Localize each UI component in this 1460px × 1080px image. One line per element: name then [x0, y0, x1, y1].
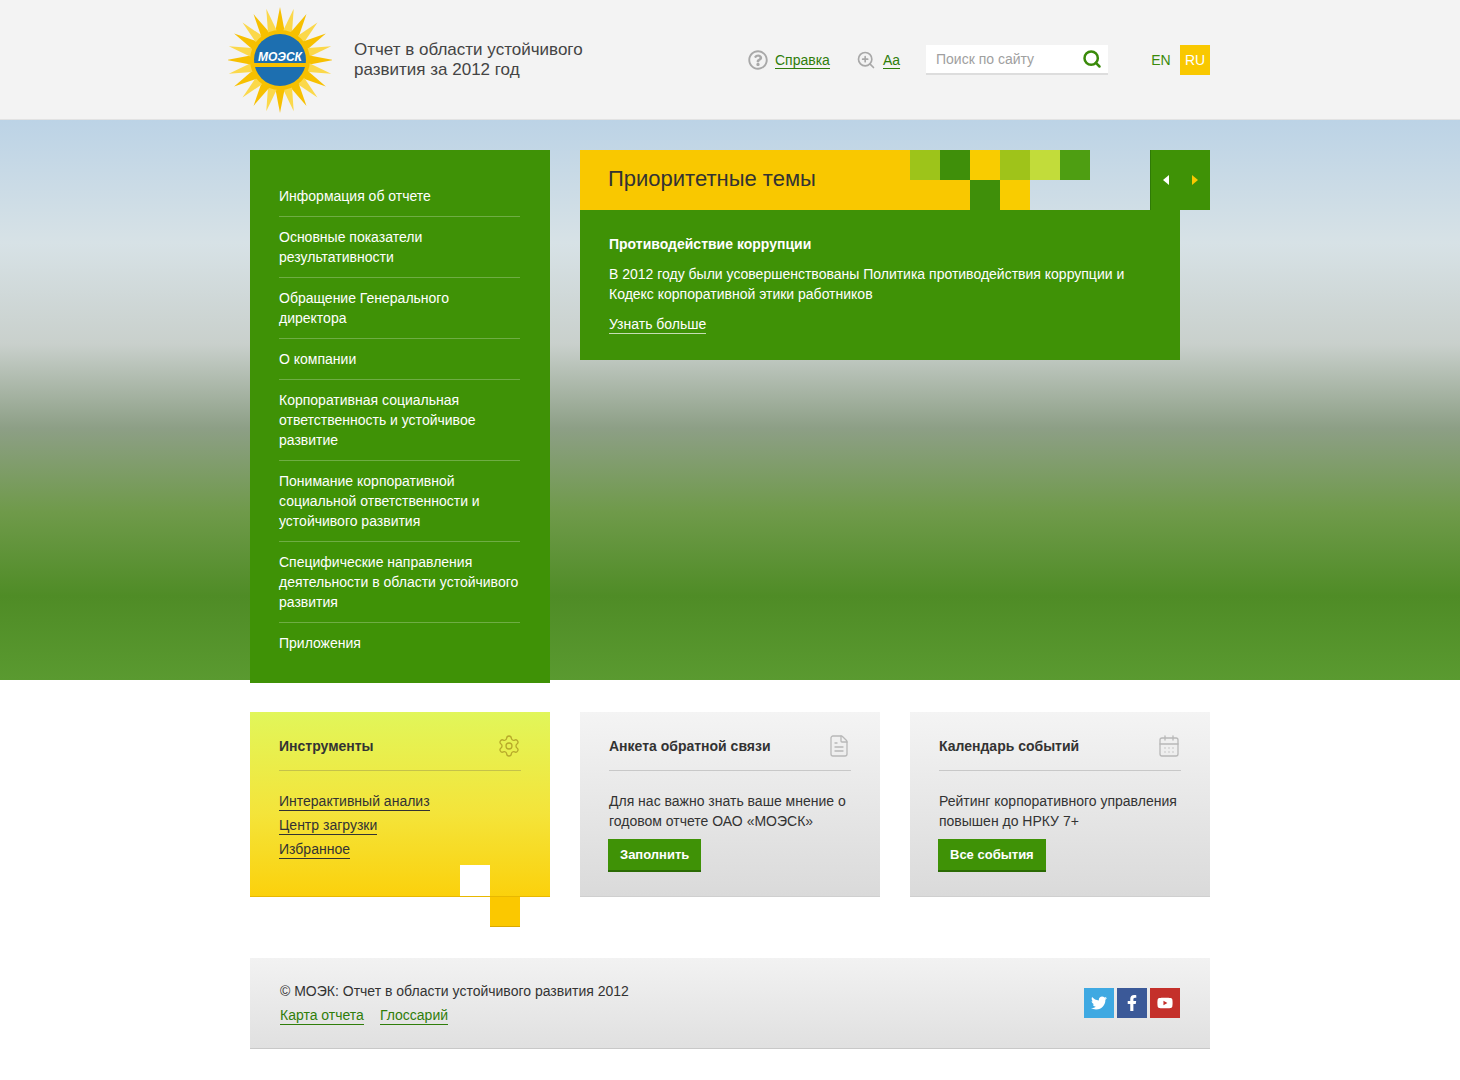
tab-decoration — [490, 897, 520, 927]
search-input[interactable] — [926, 51, 1076, 67]
calendar-icon — [1157, 734, 1181, 758]
tool-link[interactable]: Избранное — [279, 841, 350, 859]
menu-item[interactable]: Приложения — [279, 623, 520, 663]
menu-item[interactable]: Основные показатели результативности — [279, 217, 520, 278]
menu-item[interactable]: Информация об отчете — [279, 176, 520, 217]
facebook-button[interactable] — [1117, 988, 1147, 1018]
site-title: Отчет в области устойчивого развития за … — [354, 40, 624, 80]
pixel-decoration — [910, 150, 1150, 210]
menu-item[interactable]: О компании — [279, 339, 520, 380]
zoom-icon — [856, 50, 876, 70]
language-option[interactable]: RU — [1180, 45, 1210, 75]
priority-title: Приоритетные темы — [580, 150, 910, 210]
next-arrow-icon[interactable] — [1186, 169, 1204, 191]
card-title: Инструменты — [279, 738, 374, 754]
priority-item-text: В 2012 году были усовершенствованы Полит… — [609, 264, 1151, 304]
youtube-icon — [1157, 995, 1173, 1011]
header: МОЭСК Отчет в области устойчивого развити… — [0, 0, 1460, 120]
hero-photo: Информация об отчетеОсновные показатели … — [0, 120, 1460, 680]
feedback-card: Анкета обратной связи Для нас важно знать… — [580, 712, 880, 897]
main-menu: Информация об отчетеОсновные показатели … — [250, 150, 550, 683]
help-link[interactable]: Справка — [748, 50, 830, 70]
priority-item: Противодействие коррупции В 2012 году был… — [580, 210, 1180, 360]
twitter-button[interactable] — [1084, 988, 1114, 1018]
menu-item[interactable]: Специфические направления деятельности в… — [279, 542, 520, 623]
facebook-icon — [1124, 995, 1140, 1011]
search-button[interactable] — [1076, 49, 1108, 69]
events-card: Календарь событий Рейтинг корпоративного … — [910, 712, 1210, 897]
footer: © МОЭК: Отчет в области устойчивого разв… — [250, 958, 1210, 1049]
menu-item[interactable]: Понимание корпоративной социальной ответ… — [279, 461, 520, 542]
search-box — [926, 45, 1108, 75]
card-button[interactable]: Заполнить — [608, 839, 701, 872]
card-button[interactable]: Все события — [938, 839, 1046, 872]
document-icon — [827, 734, 851, 758]
language-option[interactable]: EN — [1146, 45, 1176, 75]
search-icon — [1082, 49, 1102, 69]
help-icon — [748, 50, 768, 70]
gear-icon — [497, 734, 521, 758]
page: МОЭСК Отчет в области устойчивого развити… — [0, 0, 1460, 1080]
tool-link[interactable]: Интерактивный анализ — [279, 793, 430, 811]
font-size-link[interactable]: Aa — [856, 50, 900, 70]
card-text: Для нас важно знать ваше мнение о годово… — [609, 791, 851, 831]
tool-link[interactable]: Центр загрузки — [279, 817, 377, 835]
more-link[interactable]: Узнать больше — [609, 316, 706, 334]
menu-item[interactable]: Корпоративная социальная ответственность… — [279, 380, 520, 461]
twitter-icon — [1091, 995, 1107, 1011]
company-logo[interactable]: МОЭСК — [228, 3, 332, 117]
tools-card: Инструменты Интерактивный анализ Центр заг… — [250, 712, 550, 897]
priority-item-title: Противодействие коррупции — [609, 234, 1151, 254]
footer-link[interactable]: Карта отчета — [280, 1007, 364, 1025]
prev-arrow-icon[interactable] — [1157, 169, 1175, 191]
footer-link[interactable]: Глоссарий — [380, 1007, 448, 1025]
copyright: © МОЭК: Отчет в области устойчивого разв… — [280, 981, 629, 1001]
card-title: Анкета обратной связи — [609, 738, 771, 754]
youtube-button[interactable] — [1150, 988, 1180, 1018]
priority-topics: Приоритетные темыПротиводействие коррупц… — [580, 150, 1210, 360]
card-text: Рейтинг корпоративного управления повыше… — [939, 791, 1181, 831]
card-title: Календарь событий — [939, 738, 1079, 754]
menu-item[interactable]: Обращение Генерального директора — [279, 278, 520, 339]
svg-text:МОЭСК: МОЭСК — [258, 50, 304, 64]
